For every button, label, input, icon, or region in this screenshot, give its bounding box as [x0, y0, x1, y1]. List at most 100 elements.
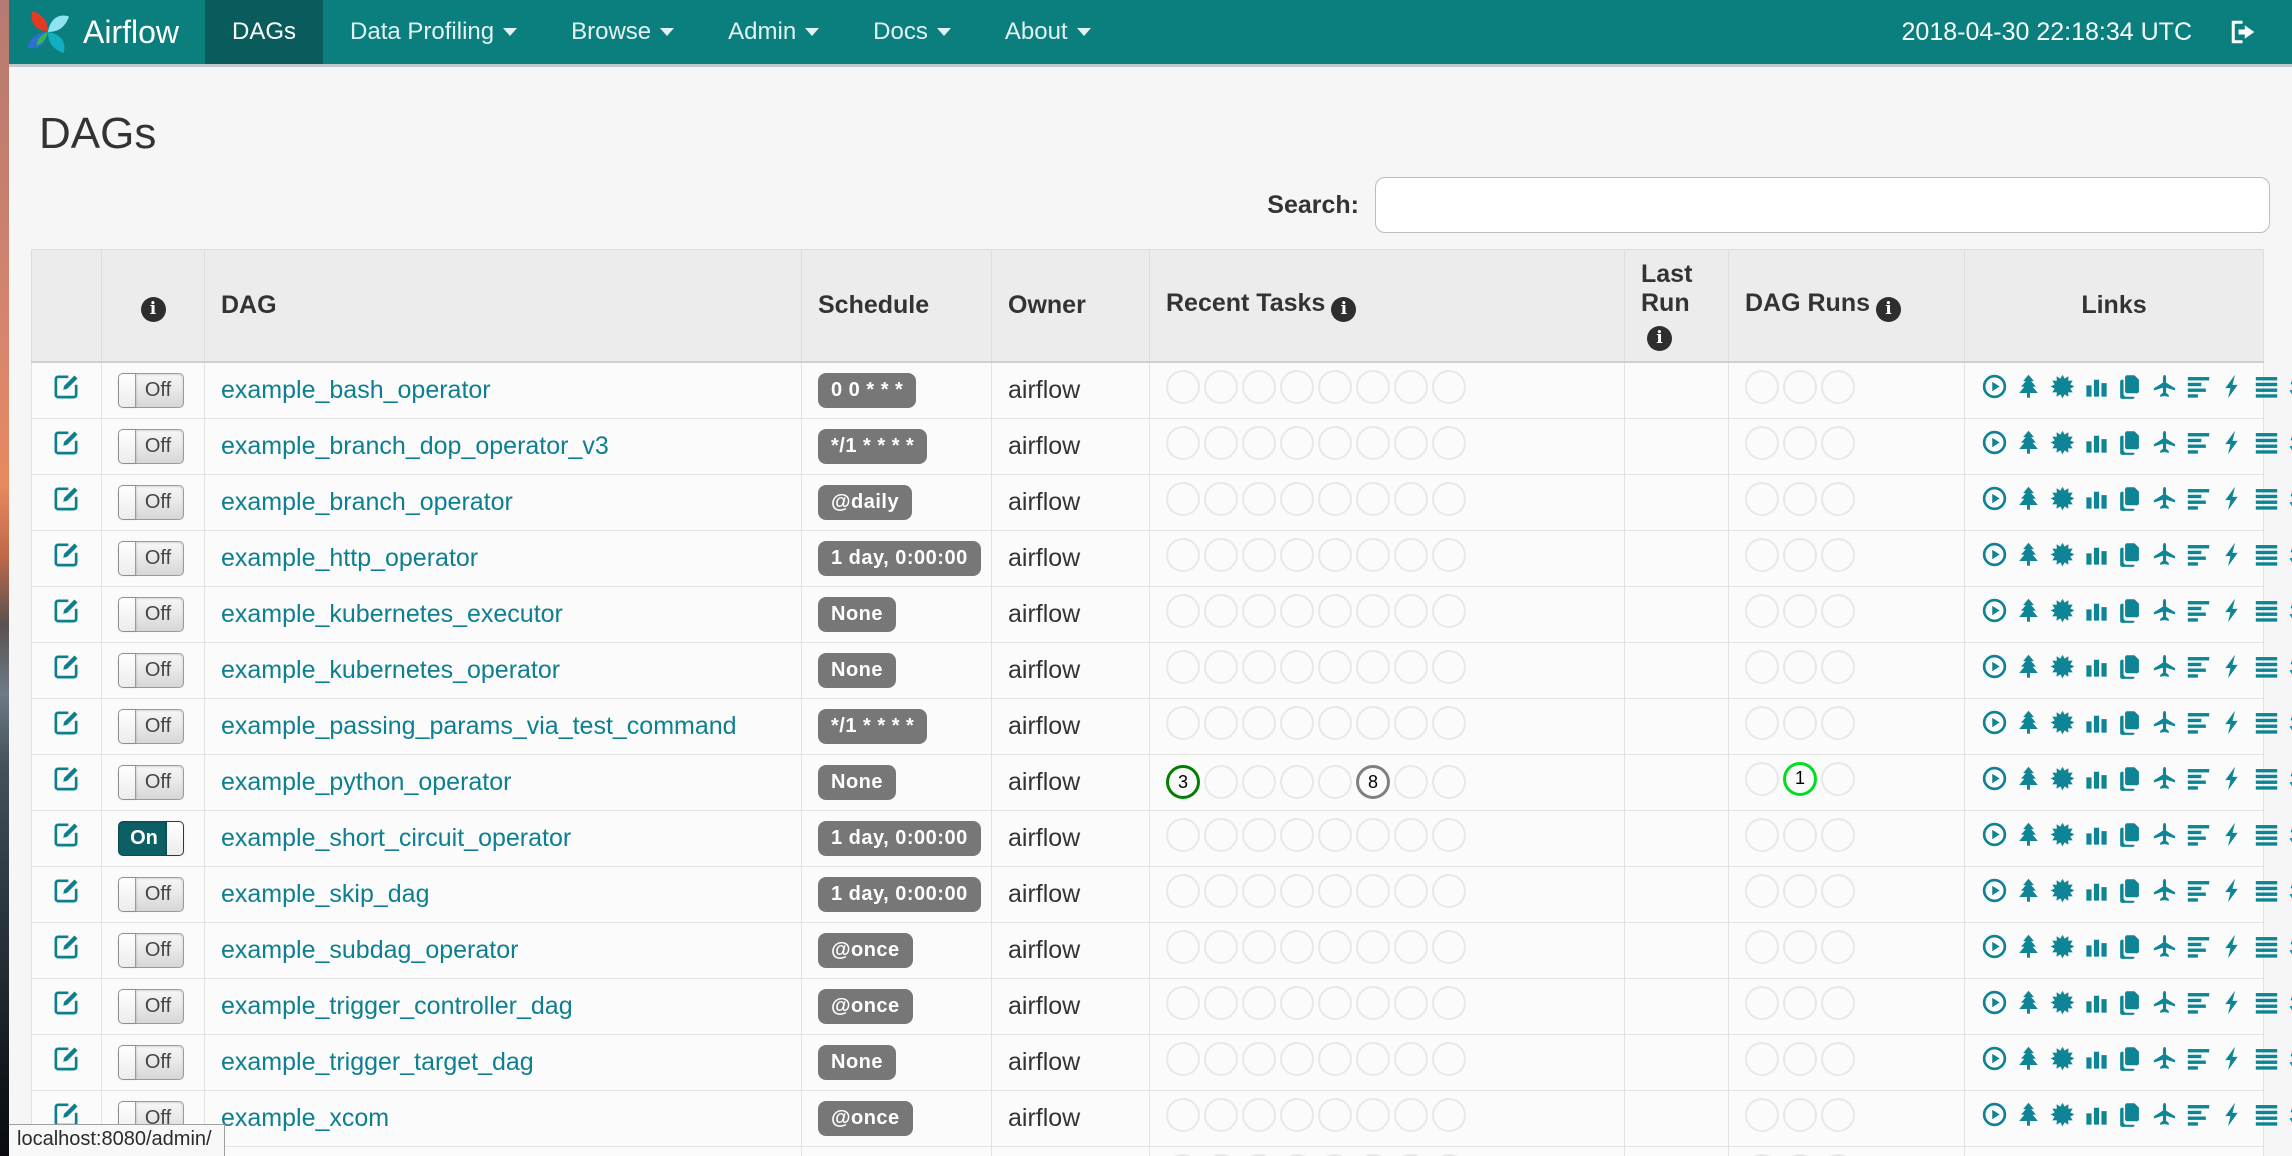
bar-chart-icon[interactable] — [2083, 373, 2110, 400]
dag-run-state-circle[interactable] — [1745, 593, 1779, 628]
refresh-icon[interactable] — [2287, 765, 2292, 792]
burst-icon[interactable] — [2049, 989, 2076, 1016]
schedule-badge[interactable]: None — [818, 1044, 896, 1080]
task-state-circle[interactable] — [1356, 985, 1390, 1020]
task-state-circle[interactable] — [1166, 481, 1200, 516]
task-state-circle[interactable] — [1204, 649, 1238, 684]
align-left-icon[interactable] — [2185, 989, 2212, 1016]
burst-icon[interactable] — [2049, 709, 2076, 736]
task-state-circle[interactable] — [1356, 1041, 1390, 1076]
task-state-circle[interactable] — [1242, 765, 1276, 799]
schedule-badge[interactable]: */1 * * * * — [818, 708, 928, 744]
task-state-circle[interactable]: 3 — [1166, 765, 1200, 799]
align-left-icon[interactable] — [2185, 877, 2212, 904]
refresh-icon[interactable] — [2287, 653, 2292, 680]
plane-icon[interactable] — [2151, 373, 2178, 400]
header-toggle-column[interactable] — [101, 249, 205, 363]
dag-pause-toggle[interactable]: Off — [118, 708, 184, 744]
task-state-circle[interactable] — [1280, 537, 1314, 572]
copy-icon[interactable] — [2117, 1045, 2144, 1072]
dag-link[interactable]: example_xcom — [221, 1104, 389, 1132]
align-left-icon[interactable] — [2185, 709, 2212, 736]
refresh-icon[interactable] — [2287, 541, 2292, 568]
plane-icon[interactable] — [2151, 821, 2178, 848]
dag-pause-toggle[interactable]: On — [118, 820, 184, 856]
edit-dag-icon[interactable] — [52, 988, 81, 1017]
dag-link[interactable]: example_python_operator — [221, 768, 511, 796]
align-justify-icon[interactable] — [2253, 765, 2280, 792]
task-state-circle[interactable] — [1356, 873, 1390, 908]
dag-pause-toggle[interactable]: Off — [118, 1044, 184, 1080]
dag-run-state-circle[interactable] — [1745, 481, 1779, 516]
dag-pause-toggle[interactable]: Off — [118, 428, 184, 464]
refresh-icon[interactable] — [2287, 373, 2292, 400]
bolt-icon[interactable] — [2219, 765, 2246, 792]
task-state-circle[interactable] — [1204, 593, 1238, 628]
task-state-circle[interactable] — [1166, 593, 1200, 628]
align-left-icon[interactable] — [2185, 1101, 2212, 1128]
task-state-circle[interactable] — [1394, 1097, 1428, 1132]
dag-link[interactable]: example_kubernetes_operator — [221, 656, 560, 684]
play-circle-icon[interactable] — [1981, 597, 2008, 624]
task-state-circle[interactable] — [1356, 705, 1390, 740]
bolt-icon[interactable] — [2219, 821, 2246, 848]
dag-run-state-circle[interactable] — [1783, 817, 1817, 852]
dag-pause-toggle[interactable]: Off — [118, 596, 184, 632]
dag-run-state-circle[interactable] — [1783, 873, 1817, 908]
task-state-circle[interactable] — [1166, 929, 1200, 964]
bar-chart-icon[interactable] — [2083, 653, 2110, 680]
dag-run-state-circle[interactable] — [1783, 1097, 1817, 1132]
task-state-circle[interactable] — [1394, 705, 1428, 740]
edit-dag-icon[interactable] — [52, 764, 81, 793]
task-state-circle[interactable] — [1356, 1097, 1390, 1132]
header-owner[interactable]: Owner — [991, 249, 1150, 363]
plane-icon[interactable] — [2151, 541, 2178, 568]
dag-run-state-circle[interactable] — [1821, 649, 1855, 684]
dag-run-state-circle[interactable] — [1821, 929, 1855, 964]
burst-icon[interactable] — [2049, 373, 2076, 400]
burst-icon[interactable] — [2049, 765, 2076, 792]
task-state-circle[interactable]: 8 — [1356, 765, 1390, 799]
bar-chart-icon[interactable] — [2083, 821, 2110, 848]
refresh-icon[interactable] — [2287, 877, 2292, 904]
task-state-circle[interactable] — [1166, 873, 1200, 908]
task-state-circle[interactable] — [1318, 985, 1352, 1020]
task-state-circle[interactable] — [1432, 649, 1466, 684]
nav-item-docs[interactable]: Docs — [846, 0, 978, 64]
bar-chart-icon[interactable] — [2083, 1045, 2110, 1072]
play-circle-icon[interactable] — [1981, 485, 2008, 512]
task-state-circle[interactable] — [1204, 929, 1238, 964]
task-state-circle[interactable] — [1318, 1041, 1352, 1076]
info-icon[interactable] — [140, 296, 166, 322]
task-state-circle[interactable] — [1318, 481, 1352, 516]
tree-icon[interactable] — [2015, 373, 2042, 400]
dag-run-state-circle[interactable] — [1783, 985, 1817, 1020]
task-state-circle[interactable] — [1280, 705, 1314, 740]
plane-icon[interactable] — [2151, 933, 2178, 960]
edit-dag-icon[interactable] — [52, 876, 81, 905]
dag-run-state-circle[interactable]: 1 — [1783, 761, 1817, 796]
info-icon[interactable] — [1647, 325, 1672, 351]
bolt-icon[interactable] — [2219, 1101, 2246, 1128]
dag-link[interactable]: example_short_circuit_operator — [221, 824, 571, 852]
dag-run-state-circle[interactable] — [1821, 761, 1855, 796]
bolt-icon[interactable] — [2219, 485, 2246, 512]
dag-run-state-circle[interactable] — [1745, 1041, 1779, 1076]
dag-run-state-circle[interactable] — [1821, 425, 1855, 460]
plane-icon[interactable] — [2151, 485, 2178, 512]
task-state-circle[interactable] — [1318, 425, 1352, 460]
dag-pause-toggle[interactable]: Off — [118, 932, 184, 968]
task-state-circle[interactable] — [1318, 649, 1352, 684]
bar-chart-icon[interactable] — [2083, 709, 2110, 736]
play-circle-icon[interactable] — [1981, 429, 2008, 456]
nav-item-dags[interactable]: DAGs — [205, 0, 324, 64]
play-circle-icon[interactable] — [1981, 653, 2008, 680]
task-state-circle[interactable] — [1394, 817, 1428, 852]
bar-chart-icon[interactable] — [2083, 1101, 2110, 1128]
schedule-badge[interactable]: @once — [818, 1100, 913, 1136]
burst-icon[interactable] — [2049, 597, 2076, 624]
task-state-circle[interactable] — [1280, 985, 1314, 1020]
burst-icon[interactable] — [2049, 1101, 2076, 1128]
align-justify-icon[interactable] — [2253, 989, 2280, 1016]
task-state-circle[interactable] — [1318, 929, 1352, 964]
